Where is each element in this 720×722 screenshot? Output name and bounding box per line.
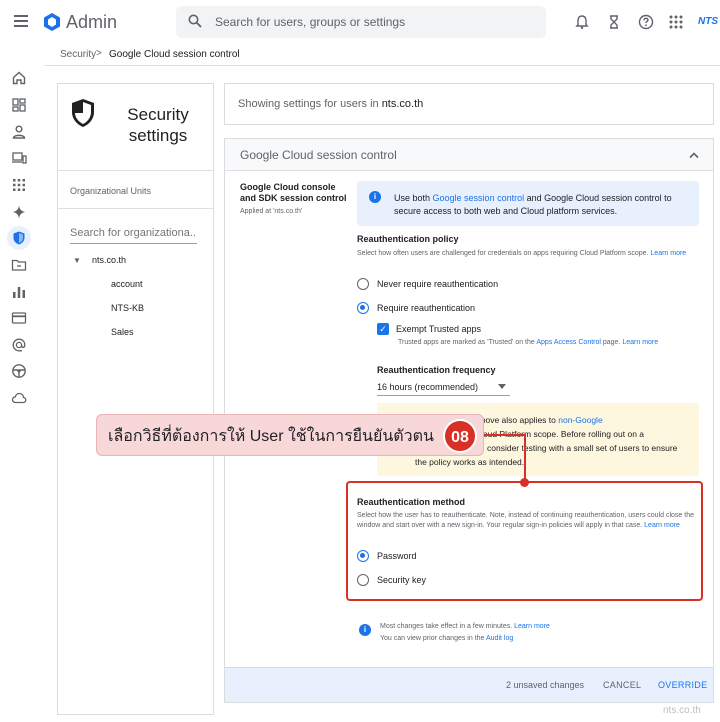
org-unit-search-input[interactable] [70, 227, 197, 244]
audit-note: You can view prior changes in the Audit … [380, 635, 514, 642]
breadcrumb-separator: > [96, 48, 102, 59]
info-text: Use both Google session control and Goog… [394, 193, 672, 216]
divider [58, 170, 214, 171]
security-settings-card [57, 83, 214, 715]
policy-learn-more-link[interactable]: Learn more [650, 250, 686, 257]
notes-learn-more-link[interactable]: Learn more [514, 623, 550, 630]
exempt-learn-more-link[interactable]: Learn more [622, 339, 658, 346]
reauth-method-title: Reauthentication method [357, 497, 466, 507]
apps-icon[interactable] [11, 177, 27, 193]
hourglass-icon[interactable] [606, 14, 622, 30]
reauth-policy-title: Reauthentication policy [357, 234, 459, 244]
admin-logo-icon[interactable] [42, 12, 62, 32]
non-google-link[interactable]: non-Google [558, 415, 602, 425]
security-key-radio[interactable] [357, 574, 369, 586]
shield-icon [72, 99, 94, 127]
reports-icon[interactable] [11, 284, 27, 300]
setting-name: Google Cloud console and SDK session con… [240, 182, 347, 203]
unsaved-changes-count: 2 unsaved changes [506, 680, 585, 690]
menu-icon[interactable] [14, 15, 28, 27]
step-number-badge: 08 [443, 419, 477, 453]
dashboard-icon[interactable] [11, 97, 27, 113]
annotation-callout-text: เลือกวิธีที่ต้องการให้ User ใช้ในการยืนย… [108, 428, 434, 445]
devices-icon[interactable] [11, 150, 27, 166]
steering-wheel-icon[interactable] [11, 363, 27, 379]
user-icon[interactable] [11, 124, 27, 140]
never-reauth-radio[interactable] [357, 278, 369, 290]
at-sign-icon[interactable] [11, 337, 27, 353]
divider [58, 208, 214, 209]
require-reauth-radio[interactable] [357, 302, 369, 314]
changes-note: Most changes take effect in a few minute… [380, 623, 550, 630]
org-unit-nts-kb[interactable]: NTS-KB [111, 303, 144, 313]
reauth-frequency-title: Reauthentication frequency [377, 365, 496, 375]
info-icon: i [359, 624, 371, 636]
exempt-trusted-apps-label[interactable]: Exempt Trusted apps [396, 324, 481, 334]
folder-icon[interactable] [11, 257, 27, 273]
password-radio[interactable] [357, 550, 369, 562]
reauth-policy-desc: Select how often users are challenged fo… [357, 250, 687, 257]
watermark: nts.co.th [663, 705, 701, 716]
org-unit-account[interactable]: account [111, 279, 143, 289]
search-placeholder[interactable]: Search for users, groups or settings [215, 15, 405, 29]
cloud-icon[interactable] [11, 390, 27, 406]
exempt-trusted-apps-desc: Trusted apps are marked as 'Trusted' on … [398, 339, 659, 346]
callout-connector [524, 434, 526, 482]
org-units-header: Organizational Units [70, 186, 152, 196]
require-reauth-label[interactable]: Require reauthentication [377, 303, 475, 313]
method-learn-more-link[interactable]: Learn more [644, 522, 680, 529]
breadcrumb-security-link[interactable]: Security [60, 49, 96, 60]
never-reauth-label[interactable]: Never require reauthentication [377, 279, 498, 289]
search-icon[interactable] [188, 14, 202, 28]
showing-settings-text: Showing settings for users in nts.co.th [238, 98, 424, 110]
reauth-method-desc: Select how the user has to reauthenticat… [357, 512, 694, 529]
audit-log-link[interactable]: Audit log [486, 635, 513, 642]
home-icon[interactable] [11, 70, 27, 86]
showing-settings-domain: nts.co.th [381, 98, 424, 110]
exempt-trusted-apps-checkbox[interactable]: ✓ [377, 323, 389, 335]
security-settings-title: Security settings [127, 105, 189, 145]
org-unit-sales[interactable]: Sales [111, 327, 134, 337]
billing-icon[interactable] [11, 310, 27, 326]
info-icon: i [369, 191, 381, 203]
tree-expand-caret-icon[interactable]: ▼ [73, 256, 81, 265]
cancel-button[interactable]: CANCEL [603, 680, 641, 690]
org-unit-root[interactable]: nts.co.th [92, 255, 126, 265]
apps-access-control-link[interactable]: Apps Access Control [536, 339, 601, 346]
card-title: Google Cloud session control [240, 148, 397, 162]
sparkle-icon[interactable] [11, 204, 27, 220]
security-shield-icon[interactable] [11, 230, 27, 246]
app-title[interactable]: Admin [66, 12, 117, 33]
apps-grid-icon[interactable] [668, 14, 684, 30]
dropdown-caret-icon[interactable] [498, 384, 506, 389]
chevron-up-icon[interactable] [688, 150, 700, 160]
password-label[interactable]: Password [377, 551, 417, 561]
help-icon[interactable] [638, 14, 654, 30]
override-button[interactable]: OVERRIDE [658, 680, 707, 690]
reauth-frequency-value[interactable]: 16 hours (recommended) [377, 382, 478, 392]
applied-at-label: Applied at 'nts.co.th' [240, 208, 303, 215]
google-session-control-link[interactable]: Google session control [433, 193, 525, 203]
bell-icon[interactable] [574, 14, 590, 30]
callout-pointer-dot [520, 478, 529, 487]
security-key-label[interactable]: Security key [377, 575, 426, 585]
breadcrumb-current: Google Cloud session control [109, 49, 240, 60]
brand-logo[interactable]: NTS [698, 16, 718, 27]
